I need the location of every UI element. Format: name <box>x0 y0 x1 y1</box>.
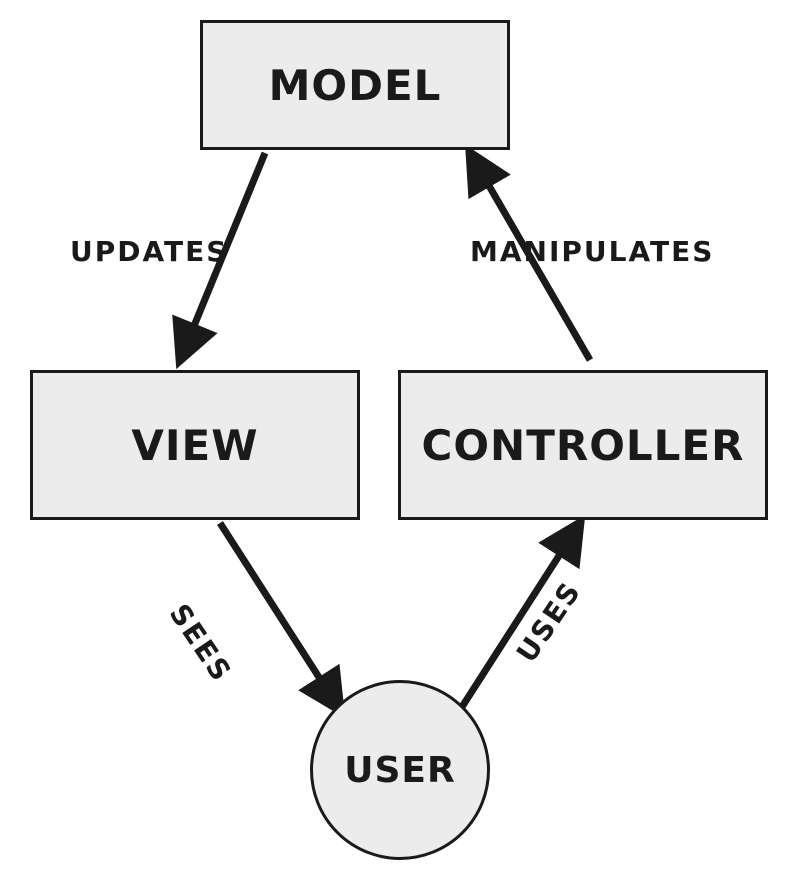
node-view: VIEW <box>30 370 360 520</box>
node-model: MODEL <box>200 20 510 150</box>
node-view-label: VIEW <box>131 421 258 470</box>
mvc-diagram: MODEL VIEW CONTROLLER USER UPDATES MANIP… <box>0 0 800 880</box>
node-model-label: MODEL <box>269 61 442 110</box>
edge-label-sees: SEES <box>163 598 239 688</box>
node-controller-label: CONTROLLER <box>422 421 745 470</box>
edge-label-uses: USES <box>510 575 588 668</box>
edge-label-manipulates: MANIPULATES <box>470 235 714 268</box>
node-user-label: USER <box>344 750 455 791</box>
node-user: USER <box>310 680 490 860</box>
arrow-sees <box>220 523 340 710</box>
node-controller: CONTROLLER <box>398 370 768 520</box>
edge-label-updates: UPDATES <box>70 235 228 268</box>
